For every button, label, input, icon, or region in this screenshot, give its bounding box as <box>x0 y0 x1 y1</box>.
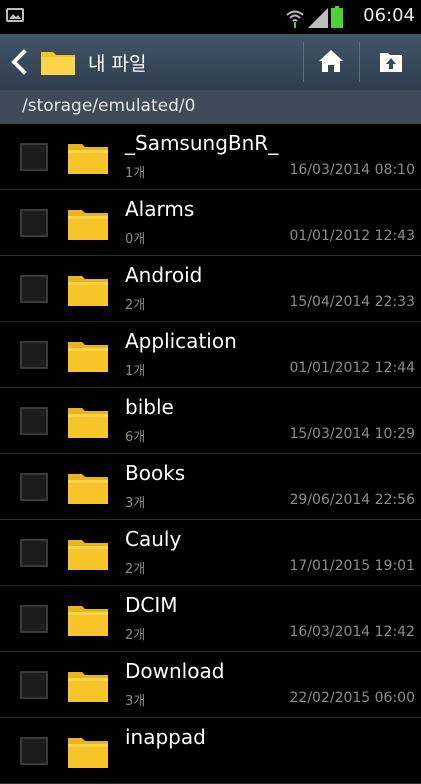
file-date: 15/04/2014 22:33 <box>289 294 416 310</box>
file-name: inappad <box>125 725 206 749</box>
file-name: Alarms <box>125 197 195 221</box>
file-count: 6개 <box>125 430 146 445</box>
file-date: 15/03/2014 10:29 <box>289 426 416 442</box>
list-item[interactable]: Download 3개 22/02/2015 06:00 <box>0 652 421 718</box>
list-item[interactable]: Alarms 0개 01/01/2012 12:43 <box>0 190 421 256</box>
folder-icon <box>67 339 109 373</box>
file-count: 0개 <box>125 232 146 247</box>
folder-icon <box>67 207 109 241</box>
checkbox[interactable] <box>20 209 48 237</box>
list-item[interactable]: bible 6개 15/03/2014 10:29 <box>0 388 421 454</box>
path-text: /storage/emulated/0 <box>22 96 196 116</box>
file-count: 2개 <box>125 298 146 313</box>
list-item[interactable]: Android 2개 15/04/2014 22:33 <box>0 256 421 322</box>
folder-icon <box>67 603 109 637</box>
checkbox[interactable] <box>20 605 48 633</box>
folder-icon <box>67 405 109 439</box>
checkbox[interactable] <box>20 143 48 171</box>
file-count: 1개 <box>125 166 146 181</box>
list-item[interactable]: inappad <box>0 718 421 784</box>
wifi-icon <box>286 10 304 28</box>
file-name: _SamsungBnR_ <box>125 131 279 155</box>
folder-icon <box>67 537 109 571</box>
folder-icon <box>40 48 76 76</box>
file-date: 29/06/2014 22:56 <box>289 492 416 508</box>
file-list: _SamsungBnR_ 1개 16/03/2014 08:10 Alarms 0개 01… <box>0 124 421 784</box>
status-time: 06:04 <box>363 5 415 26</box>
file-date: 16/03/2014 08:10 <box>289 162 416 178</box>
file-date: 01/01/2012 12:44 <box>289 360 416 376</box>
file-name: Application <box>125 329 237 353</box>
file-name: DCIM <box>125 593 178 617</box>
file-name: Android <box>125 263 203 287</box>
checkbox[interactable] <box>20 341 48 369</box>
list-item[interactable]: Cauly 2개 17/01/2015 19:01 <box>0 520 421 586</box>
folder-icon <box>67 471 109 505</box>
divider <box>303 42 304 82</box>
home-icon <box>319 50 343 72</box>
file-name: Download <box>125 659 225 683</box>
list-item[interactable]: Application 1개 01/01/2012 12:44 <box>0 322 421 388</box>
checkbox[interactable] <box>20 539 48 567</box>
file-date: 16/03/2014 12:42 <box>289 624 416 640</box>
path-bar: /storage/emulated/0 <box>0 90 421 124</box>
page-title[interactable]: 내 파일 <box>88 49 146 76</box>
checkbox[interactable] <box>20 407 48 435</box>
file-date: 22/02/2015 06:00 <box>289 690 416 706</box>
back-arrow-icon[interactable] <box>8 48 28 76</box>
checkbox[interactable] <box>20 671 48 699</box>
divider <box>359 42 360 82</box>
file-count: 2개 <box>125 562 146 577</box>
list-item[interactable]: DCIM 2개 16/03/2014 12:42 <box>0 586 421 652</box>
file-name: bible <box>125 395 174 419</box>
folder-icon <box>67 141 109 175</box>
file-name: Cauly <box>125 527 182 551</box>
folder-up-icon <box>380 53 402 72</box>
checkbox[interactable] <box>20 473 48 501</box>
list-item[interactable]: _SamsungBnR_ 1개 16/03/2014 08:10 <box>0 124 421 190</box>
status-icons <box>285 6 343 28</box>
file-count: 2개 <box>125 628 146 643</box>
file-count: 1개 <box>125 364 146 379</box>
signal-icon <box>308 8 328 28</box>
folder-up-button[interactable] <box>361 34 421 90</box>
status-bar: 06:04 <box>0 0 421 34</box>
battery-icon <box>331 6 343 28</box>
file-date: 01/01/2012 12:43 <box>289 228 416 244</box>
action-bar: 내 파일 <box>0 34 421 90</box>
image-notification-icon <box>6 8 24 22</box>
file-count: 3개 <box>125 496 146 511</box>
checkbox[interactable] <box>20 275 48 303</box>
folder-icon <box>67 735 109 769</box>
folder-icon <box>67 669 109 703</box>
file-date: 17/01/2015 19:01 <box>289 558 416 574</box>
checkbox[interactable] <box>20 737 48 765</box>
home-button[interactable] <box>305 34 357 90</box>
folder-icon <box>67 273 109 307</box>
file-name: Books <box>125 461 186 485</box>
list-item[interactable]: Books 3개 29/06/2014 22:56 <box>0 454 421 520</box>
file-count: 3개 <box>125 694 146 709</box>
